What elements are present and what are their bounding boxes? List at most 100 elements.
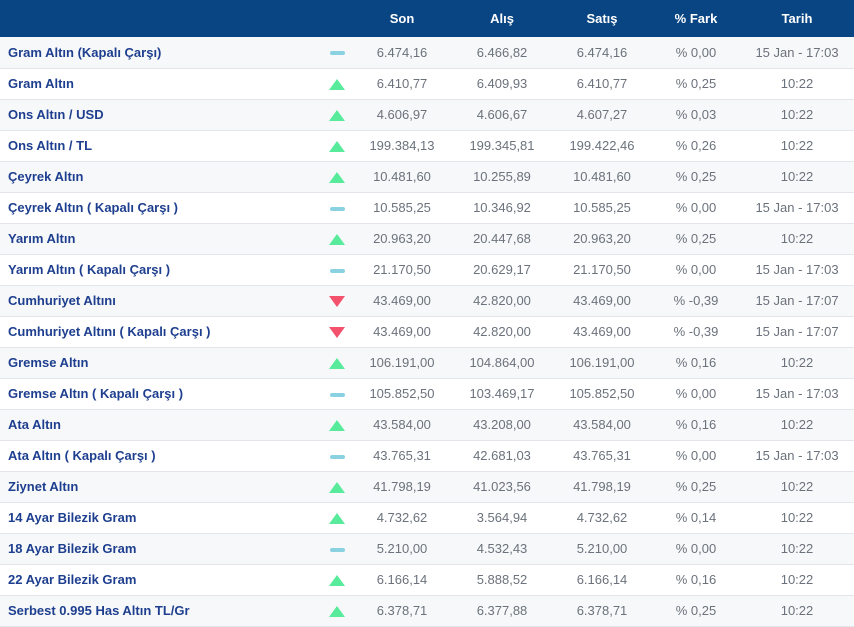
table-row[interactable]: 14 Ayar Bilezik Gram 4.732,62 3.564,94 4… — [0, 502, 854, 534]
satis-value: 41.798,19 — [552, 471, 652, 503]
table-row[interactable]: Cumhuriyet Altını ( Kapalı Çarşı ) 43.46… — [0, 316, 854, 348]
triangle-up-icon — [329, 575, 345, 587]
table-row[interactable]: Ziynet Altın 41.798,19 41.023,56 41.798,… — [0, 471, 854, 503]
instrument-name: Cumhuriyet Altını ( Kapalı Çarşı ) — [0, 316, 322, 348]
fark-value: % 0,25 — [652, 595, 740, 627]
satis-value: 4.607,27 — [552, 99, 652, 131]
son-value: 43.584,00 — [352, 409, 452, 441]
dash-icon — [329, 547, 345, 552]
alis-value: 6.466,82 — [452, 37, 552, 69]
alis-value: 199.345,81 — [452, 130, 552, 162]
son-value: 10.481,60 — [352, 161, 452, 193]
instrument-name: Ata Altın ( Kapalı Çarşı ) — [0, 440, 322, 472]
alis-value: 3.564,94 — [452, 502, 552, 534]
triangle-down-icon — [329, 296, 345, 308]
satis-value: 6.378,71 — [552, 595, 652, 627]
gold-prices-table: Son Alış Satış % Fark Tarih Gram Altın (… — [0, 0, 854, 627]
table-row[interactable]: Ata Altın ( Kapalı Çarşı ) 43.765,31 42.… — [0, 440, 854, 472]
header-son: Son — [352, 0, 452, 37]
table-row[interactable]: Gremse Altın 106.191,00 104.864,00 106.1… — [0, 347, 854, 379]
instrument-name: Gram Altın — [0, 68, 322, 100]
triangle-up-icon — [329, 420, 345, 432]
table-row[interactable]: Gram Altın (Kapalı Çarşı) 6.474,16 6.466… — [0, 37, 854, 69]
instrument-name: Gremse Altın — [0, 347, 322, 379]
table-row[interactable]: Serbest 0.995 Has Altın TL/Gr 6.378,71 6… — [0, 595, 854, 627]
son-value: 4.606,97 — [352, 99, 452, 131]
triangle-up-icon — [329, 358, 345, 370]
tarih-value: 10:22 — [740, 564, 854, 596]
triangle-up-icon — [329, 141, 345, 153]
alis-value: 6.377,88 — [452, 595, 552, 627]
satis-value: 5.210,00 — [552, 533, 652, 565]
satis-value: 10.585,25 — [552, 192, 652, 224]
triangle-down-icon — [329, 327, 345, 339]
son-value: 10.585,25 — [352, 192, 452, 224]
alis-value: 4.532,43 — [452, 533, 552, 565]
table-row[interactable]: Ata Altın 43.584,00 43.208,00 43.584,00 … — [0, 409, 854, 441]
son-value: 21.170,50 — [352, 254, 452, 286]
table-row[interactable]: Ons Altın / TL 199.384,13 199.345,81 199… — [0, 130, 854, 162]
tarih-value: 10:22 — [740, 502, 854, 534]
table-row[interactable]: Yarım Altın ( Kapalı Çarşı ) 21.170,50 2… — [0, 254, 854, 286]
instrument-name: Ons Altın / TL — [0, 130, 322, 162]
table-row[interactable]: 22 Ayar Bilezik Gram 6.166,14 5.888,52 6… — [0, 564, 854, 596]
triangle-up-icon — [329, 606, 345, 618]
son-value: 106.191,00 — [352, 347, 452, 379]
fark-value: % 0,25 — [652, 68, 740, 100]
header-trend — [322, 0, 352, 37]
fark-value: % 0,25 — [652, 223, 740, 255]
instrument-name: Cumhuriyet Altını — [0, 285, 322, 317]
table-row[interactable]: Cumhuriyet Altını 43.469,00 42.820,00 43… — [0, 285, 854, 317]
tarih-value: 10:22 — [740, 409, 854, 441]
son-value: 6.410,77 — [352, 68, 452, 100]
dash-icon — [329, 206, 345, 211]
son-value: 4.732,62 — [352, 502, 452, 534]
fark-value: % 0,14 — [652, 502, 740, 534]
tarih-value: 10:22 — [740, 161, 854, 193]
triangle-up-icon — [329, 110, 345, 122]
alis-value: 10.255,89 — [452, 161, 552, 193]
instrument-name: Çeyrek Altın ( Kapalı Çarşı ) — [0, 192, 322, 224]
fark-value: % 0,25 — [652, 161, 740, 193]
satis-value: 43.584,00 — [552, 409, 652, 441]
instrument-name: Yarım Altın — [0, 223, 322, 255]
fark-value: % -0,39 — [652, 316, 740, 348]
son-value: 105.852,50 — [352, 378, 452, 410]
table-row[interactable]: Yarım Altın 20.963,20 20.447,68 20.963,2… — [0, 223, 854, 255]
son-value: 6.166,14 — [352, 564, 452, 596]
alis-value: 42.820,00 — [452, 316, 552, 348]
header-fark: % Fark — [652, 0, 740, 37]
table-header-row: Son Alış Satış % Fark Tarih — [0, 0, 854, 37]
fark-value: % 0,00 — [652, 378, 740, 410]
satis-value: 43.765,31 — [552, 440, 652, 472]
table-row[interactable]: Çeyrek Altın ( Kapalı Çarşı ) 10.585,25 … — [0, 192, 854, 224]
tarih-value: 15 Jan - 17:03 — [740, 192, 854, 224]
dash-icon — [329, 454, 345, 459]
alis-value: 20.629,17 — [452, 254, 552, 286]
son-value: 199.384,13 — [352, 130, 452, 162]
satis-value: 106.191,00 — [552, 347, 652, 379]
header-satis: Satış — [552, 0, 652, 37]
alis-value: 42.681,03 — [452, 440, 552, 472]
tarih-value: 15 Jan - 17:03 — [740, 37, 854, 69]
tarih-value: 15 Jan - 17:03 — [740, 378, 854, 410]
header-alis: Alış — [452, 0, 552, 37]
dash-icon — [329, 392, 345, 397]
tarih-value: 10:22 — [740, 68, 854, 100]
table-row[interactable]: Çeyrek Altın 10.481,60 10.255,89 10.481,… — [0, 161, 854, 193]
table-row[interactable]: 18 Ayar Bilezik Gram 5.210,00 4.532,43 5… — [0, 533, 854, 565]
instrument-name: Çeyrek Altın — [0, 161, 322, 193]
son-value: 5.210,00 — [352, 533, 452, 565]
table-row[interactable]: Ons Altın / USD 4.606,97 4.606,67 4.607,… — [0, 99, 854, 131]
header-name — [0, 0, 322, 37]
son-value: 43.469,00 — [352, 316, 452, 348]
tarih-value: 15 Jan - 17:07 — [740, 316, 854, 348]
table-row[interactable]: Gremse Altın ( Kapalı Çarşı ) 105.852,50… — [0, 378, 854, 410]
tarih-value: 10:22 — [740, 595, 854, 627]
table-row[interactable]: Gram Altın 6.410,77 6.409,93 6.410,77 % … — [0, 68, 854, 100]
fark-value: % 0,16 — [652, 347, 740, 379]
satis-value: 43.469,00 — [552, 316, 652, 348]
fark-value: % 0,16 — [652, 409, 740, 441]
dash-icon — [329, 268, 345, 273]
instrument-name: 14 Ayar Bilezik Gram — [0, 502, 322, 534]
